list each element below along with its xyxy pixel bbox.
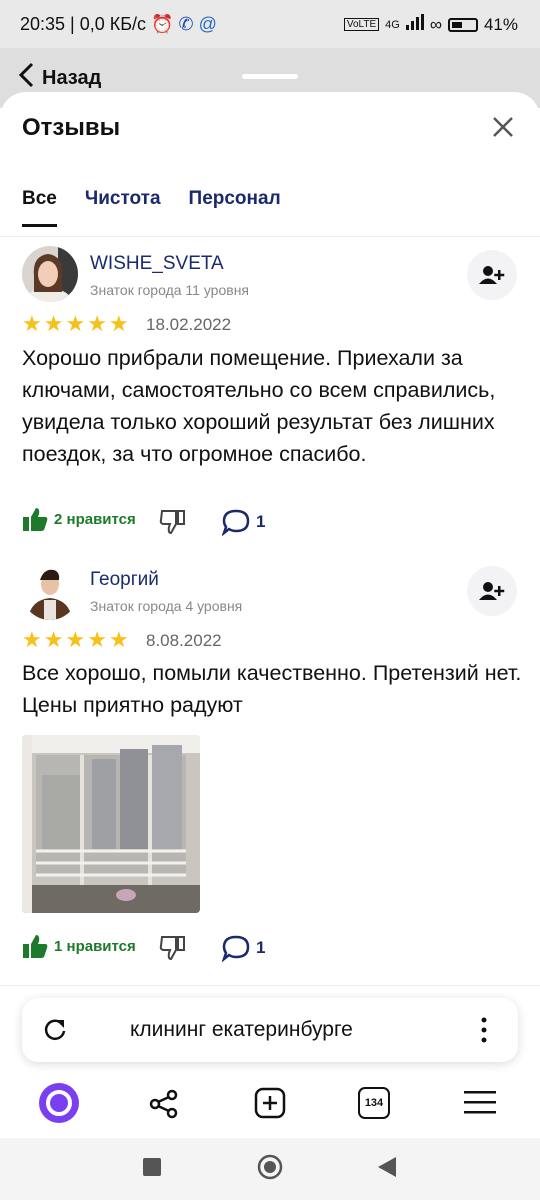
phone-icon: ✆ [178, 14, 194, 34]
reload-icon [44, 1019, 66, 1040]
thumbs-down-icon [159, 510, 185, 535]
reload-button[interactable] [42, 1017, 68, 1048]
tabs-button[interactable]: 134 [358, 1087, 390, 1119]
browser-menu-button[interactable] [464, 1089, 496, 1120]
review-photo[interactable] [22, 735, 200, 913]
star-icon: ★ [108, 311, 129, 336]
at-icon: @ [198, 14, 217, 34]
star-icon: ★ [87, 311, 107, 336]
star-icon: ★ [43, 627, 64, 652]
comments-button[interactable]: 1 [222, 508, 265, 536]
star-icon: ★ [43, 311, 64, 336]
star-icon: ★ [108, 627, 129, 652]
network-type: 4G [385, 18, 400, 31]
likes-count: 2 нравится [54, 510, 136, 528]
link-icon: ∞ [429, 14, 442, 34]
review-text: Хорошо прибрали помещение. Приехали за к… [22, 346, 496, 466]
menu-button[interactable] [478, 1016, 490, 1049]
add-user-icon [479, 582, 505, 600]
add-user-icon [479, 266, 505, 284]
like-button[interactable]: 2 нравится [22, 506, 136, 532]
comments-count: 1 [256, 512, 266, 531]
dislike-button[interactable] [158, 508, 186, 541]
back-button[interactable]: Назад [18, 62, 101, 94]
alice-icon [39, 1083, 79, 1123]
sheet-grabber[interactable] [242, 74, 298, 79]
like-button[interactable]: 1 нравится [22, 933, 136, 959]
avatar[interactable] [22, 564, 78, 620]
author-level: Знаток города 11 уровня [90, 282, 250, 298]
rating-stars: ★ ★ ★ ★ ★ [22, 313, 129, 335]
review-photo-image [22, 735, 200, 913]
new-tab-button[interactable] [254, 1087, 286, 1124]
chevron-left-icon [18, 62, 34, 94]
tabs-divider [0, 236, 540, 237]
comments-button[interactable]: 1 [222, 934, 265, 962]
battery-level: 41% [483, 14, 518, 34]
alice-button[interactable] [38, 1082, 80, 1129]
follow-button[interactable] [467, 566, 517, 616]
recents-button[interactable] [143, 1158, 161, 1176]
volte-icon: VoLTE [343, 18, 380, 31]
system-back-button[interactable] [376, 1156, 398, 1183]
home-button[interactable] [256, 1153, 284, 1186]
star-icon: ★ [65, 627, 86, 652]
rating-stars: ★ ★ ★ ★ ★ [22, 629, 129, 651]
tab-all[interactable]: Все [22, 188, 57, 227]
comment-icon [222, 935, 250, 962]
star-icon: ★ [87, 627, 107, 652]
home-circle-icon [257, 1154, 283, 1180]
tab-cleanliness[interactable]: Чистота [85, 188, 161, 227]
share-icon [149, 1089, 178, 1119]
thumbs-up-icon [23, 935, 48, 958]
status-time-text: 20:35 | 0,0 КБ/с [20, 14, 147, 34]
triangle-back-icon [378, 1157, 396, 1177]
status-right: VoLTE 4G ∞ 41% [343, 14, 518, 35]
more-vertical-icon [481, 1017, 487, 1043]
review-date: 8.08.2022 [146, 631, 222, 650]
battery-icon [447, 17, 478, 32]
back-label: Назад [42, 66, 102, 89]
likes-count: 1 нравится [54, 937, 136, 955]
review-author[interactable]: WISHE_SVETA [90, 253, 224, 275]
follow-button[interactable] [467, 250, 517, 300]
dislike-button[interactable] [158, 934, 186, 967]
hamburger-icon [464, 1091, 496, 1114]
review-tabs: Все Чистота Персонал [22, 188, 281, 227]
comments-count: 1 [256, 938, 266, 957]
signal-icon [405, 14, 424, 35]
author-level: Знаток города 4 уровня [90, 598, 243, 614]
content-divider [0, 985, 540, 986]
alarm-icon: ⏰ [151, 14, 174, 34]
review-author[interactable]: Георгий [90, 569, 159, 591]
search-query[interactable]: клининг екатеринбурге [130, 1018, 353, 1042]
close-button[interactable] [488, 112, 518, 142]
star-icon: ★ [65, 311, 86, 336]
thumbs-down-icon [159, 936, 185, 961]
tab-staff[interactable]: Персонал [189, 188, 281, 227]
sheet-title: Отзывы [22, 114, 121, 141]
status-time: 20:35 | 0,0 КБ/с ⏰ ✆ @ [20, 14, 217, 35]
share-button[interactable] [148, 1088, 180, 1125]
plus-square-icon [254, 1087, 286, 1119]
star-icon: ★ [22, 627, 42, 652]
comment-icon [222, 509, 250, 536]
star-icon: ★ [22, 311, 42, 336]
tabs-count: 134 [364, 1097, 384, 1109]
review-text: Все хорошо, помыли качественно. Претензи… [22, 661, 522, 717]
avatar[interactable] [22, 246, 78, 302]
close-icon [493, 117, 513, 137]
thumbs-up-icon [23, 508, 48, 531]
review-date: 18.02.2022 [146, 315, 232, 334]
